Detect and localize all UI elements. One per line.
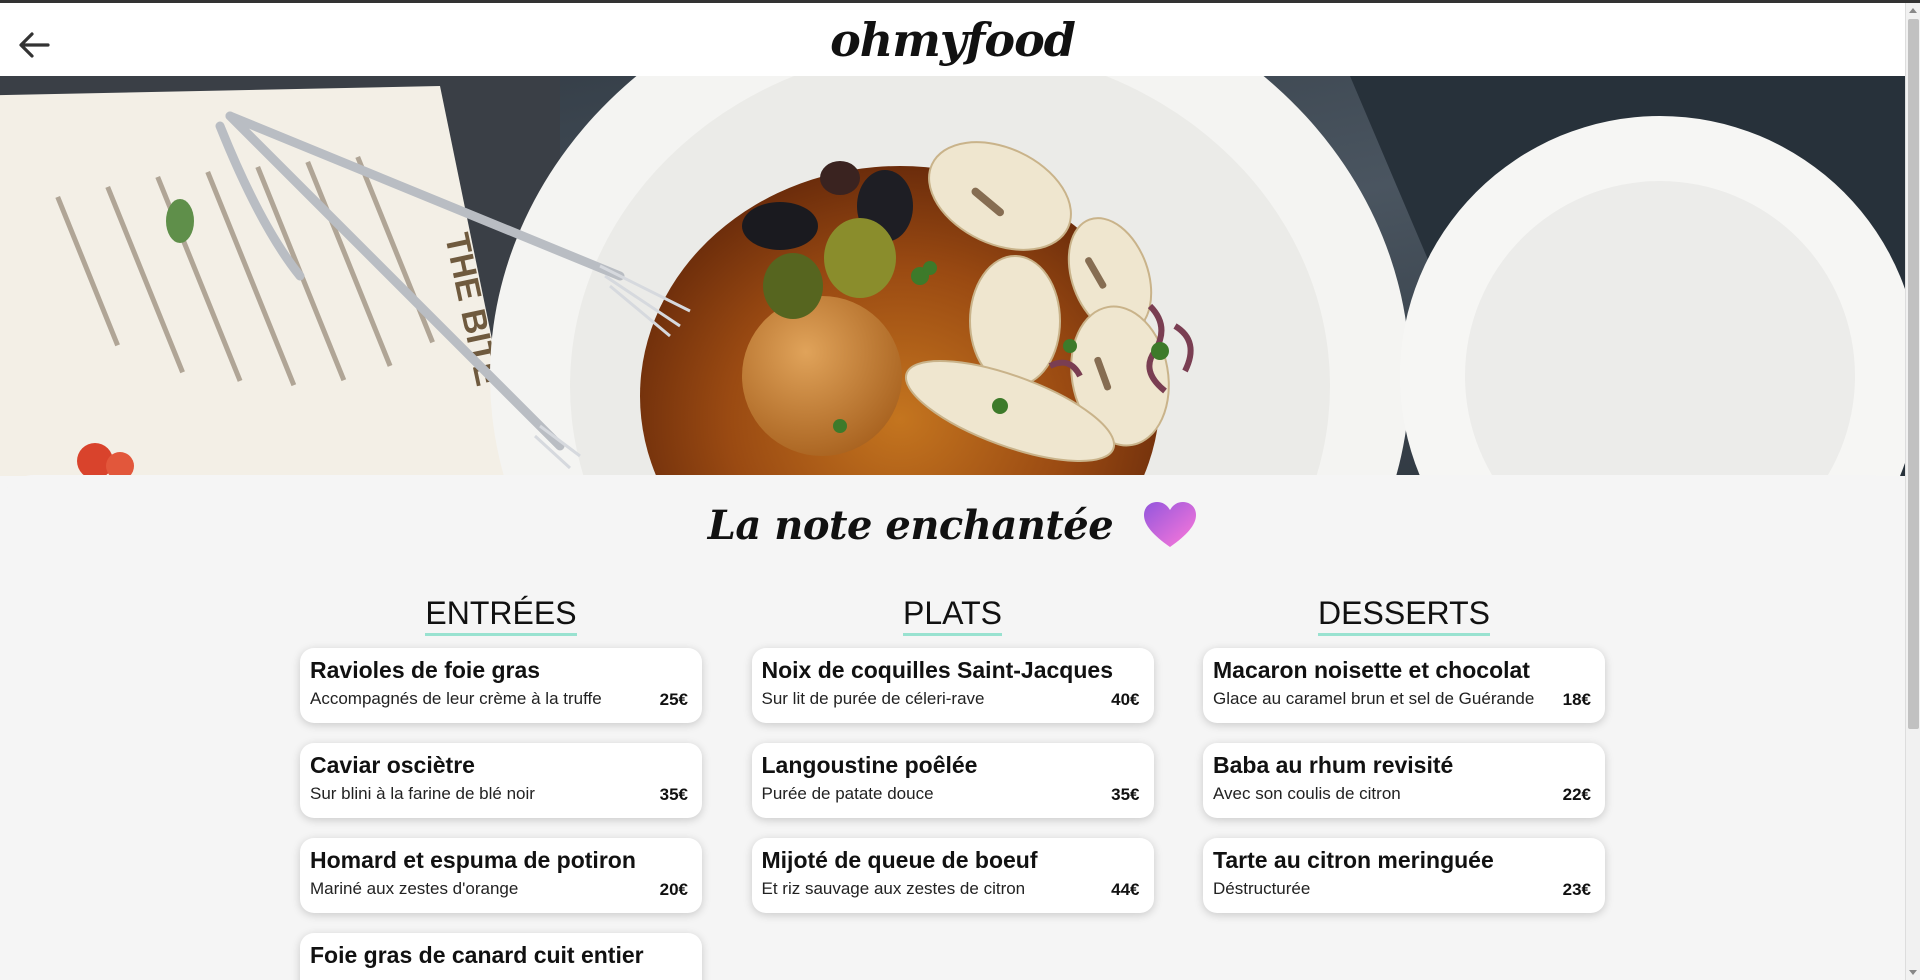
dish-price: 25€ (659, 690, 688, 709)
menu-item[interactable]: Ravioles de foie gras Accompagnés de leu… (300, 648, 702, 723)
dish-description: Déstructurée (1213, 879, 1311, 898)
column-title-desserts: DESSERTS (1318, 595, 1490, 636)
menu-item[interactable]: Caviar osciètre Sur blini à la farine de… (300, 743, 702, 818)
menu-item[interactable]: Mijoté de queue de boeuf Et riz sauvage … (751, 838, 1154, 913)
dish-name: Baba au rhum revisité (1213, 752, 1454, 778)
dish-description: Purée de patate douce (761, 784, 934, 803)
dish-name: Mijoté de queue de boeuf (761, 847, 1038, 873)
restaurant-name: La note enchantée (707, 501, 1114, 549)
heart-icon[interactable] (1143, 501, 1197, 549)
scrollbar-thumb[interactable] (1908, 19, 1919, 729)
header: ohmyfood (0, 3, 1905, 76)
dish-name: Noix de coquilles Saint-Jacques (761, 657, 1114, 683)
dish-price: 35€ (1111, 785, 1140, 804)
menu-item[interactable]: Homard et espuma de potiron Mariné aux z… (300, 838, 702, 913)
menu-item[interactable]: Macaron noisette et chocolat Glace au ca… (1203, 648, 1605, 723)
dish-price: 20€ (659, 880, 688, 899)
dish-price: 40€ (1111, 690, 1140, 709)
menu-column-entrees: ENTRÉES Ravioles de foie gras Accompagné… (300, 595, 702, 980)
dish-name: Macaron noisette et chocolat (1213, 657, 1530, 683)
dish-name: Foie gras de canard cuit entier (310, 942, 644, 968)
dish-description: Sur lit de purée de céleri-rave (761, 689, 985, 708)
dish-description: Accompagnés de leur crème à la truffe (310, 689, 602, 708)
dish-description: Avec son coulis de citron (1213, 784, 1401, 803)
restaurant-content: La note enchantée ENTRÉES Ravioles de fo… (0, 475, 1905, 980)
dish-price: 44€ (1111, 880, 1140, 899)
dish-price: 23€ (1562, 880, 1591, 899)
menu-item[interactable]: Langoustine poêlée Purée de patate douce… (751, 743, 1154, 818)
dish-name: Caviar osciètre (310, 752, 475, 778)
hero-image: THE BITE (0, 76, 1905, 476)
dish-name: Ravioles de foie gras (310, 657, 541, 683)
dish-description: Et riz sauvage aux zestes de citron (761, 879, 1026, 898)
dish-name: Langoustine poêlée (761, 752, 978, 778)
scroll-down-icon[interactable] (1909, 970, 1917, 975)
dish-name: Homard et espuma de potiron (310, 847, 636, 873)
dish-name: Tarte au citron meringuée (1213, 847, 1494, 873)
arrow-left-icon[interactable] (18, 31, 50, 59)
menu-column-plats: PLATS Noix de coquilles Saint-Jacques Su… (751, 595, 1154, 980)
dish-price: 18€ (1562, 690, 1591, 709)
menu-item[interactable]: Noix de coquilles Saint-Jacques Sur lit … (751, 648, 1154, 723)
menu-item[interactable]: Tarte au citron meringuée Déstructurée 2… (1203, 838, 1605, 913)
menu-item[interactable]: Foie gras de canard cuit entier (300, 933, 702, 980)
dish-description: Sur blini à la farine de blé noir (310, 784, 535, 803)
dish-price: 35€ (659, 785, 688, 804)
menu-item[interactable]: Baba au rhum revisité Avec son coulis de… (1203, 743, 1605, 818)
dish-description: Mariné aux zestes d'orange (310, 879, 519, 898)
logo[interactable]: ohmyfood (830, 13, 1076, 67)
vertical-scrollbar[interactable] (1905, 3, 1920, 980)
dish-price: 22€ (1562, 785, 1591, 804)
column-title-plats: PLATS (903, 595, 1002, 636)
dish-description: Glace au caramel brun et sel de Guérande (1213, 689, 1535, 708)
scroll-up-icon[interactable] (1909, 8, 1917, 13)
menu-columns: ENTRÉES Ravioles de foie gras Accompagné… (300, 595, 1605, 980)
menu-column-desserts: DESSERTS Macaron noisette et chocolat Gl… (1203, 595, 1605, 980)
column-title-entrees: ENTRÉES (425, 595, 577, 636)
restaurant-title-row: La note enchantée (0, 501, 1905, 549)
